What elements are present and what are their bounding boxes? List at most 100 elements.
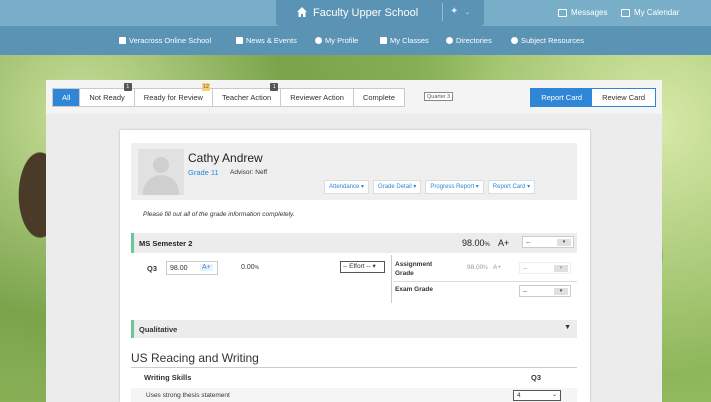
chevron-down-icon: ▾ — [554, 288, 568, 295]
assignment-grade-value: 98.00% — [467, 264, 488, 271]
bookmark-icon — [236, 37, 243, 44]
sub-navigation: Veracross Online School News & Events My… — [0, 26, 711, 55]
report-card-panel: Cathy Andrew Grade 11 Advisor: Neff Atte… — [120, 130, 590, 402]
semester-grade-select[interactable]: -- ▾ — [522, 236, 574, 248]
nav-label: My Classes — [390, 36, 429, 45]
nav-label: News & Events — [246, 36, 297, 45]
count-badge: 1 — [123, 83, 132, 91]
button-label: Progress Report — [430, 184, 475, 190]
chevron-down-icon: ▾ — [554, 265, 568, 272]
student-actions: Attendance ▾ Grade Detail ▾ Progress Rep… — [324, 180, 536, 194]
select-value: -- — [523, 288, 528, 295]
assignment-grade-letter: A+ — [493, 264, 502, 271]
tab-label: Not Ready — [89, 93, 125, 102]
calendar-label: My Calendar — [634, 8, 680, 17]
nav-my-classes[interactable]: My Classes — [380, 36, 429, 45]
chevron-down-icon: ▾ — [361, 184, 365, 190]
divider — [393, 281, 577, 282]
nav-news-events[interactable]: News & Events — [236, 36, 297, 45]
student-name: Cathy Andrew — [188, 151, 263, 165]
button-label: Attendance — [329, 184, 360, 190]
chevron-down-icon: ▾ — [475, 184, 479, 190]
q3-grade-input[interactable]: 98.00 A+ — [166, 261, 218, 275]
nav-label: Subject Resources — [521, 36, 584, 45]
tab-all[interactable]: All — [53, 89, 81, 106]
tab-label: Complete — [362, 93, 396, 102]
status-tabs: All Not Ready 1 Ready for Review 12 Teache… — [52, 83, 406, 107]
grade-detail-button[interactable]: Grade Detail ▾ — [373, 180, 422, 194]
assignment-grade-label: Assignment Grade — [395, 261, 433, 277]
school-logo-dropdown[interactable]: ✦ ⌄ — [442, 3, 474, 21]
school-logo-icon: ✦ — [450, 6, 459, 17]
tab-label: Teacher Action — [221, 93, 272, 102]
skills-header: Writing Skills Q3 — [131, 370, 577, 384]
report-card-dropdown[interactable]: Report Card ▾ — [487, 180, 536, 194]
button-label: Report Card — [492, 184, 526, 190]
exam-grade-label: Exam Grade — [395, 286, 433, 293]
tab-teacher-action[interactable]: Teacher Action 1 — [213, 83, 282, 106]
chevron-down-icon: ▾ — [557, 239, 571, 246]
button-label: Grade Detail — [378, 184, 412, 190]
tab-label: Reviewer Action — [290, 93, 344, 102]
skill-row: Uses strong thesis statement 4 ⌄ — [131, 388, 577, 402]
messages-link[interactable]: Messages — [558, 8, 607, 17]
chevron-down-icon: ⌄ — [551, 392, 557, 398]
divider — [391, 255, 392, 303]
avatar — [138, 149, 184, 195]
q3-row: Q3 98.00 A+ 0.00% -- Effort -- ▾ Assignm… — [131, 255, 577, 303]
top-bar: Faculty Upper School ✦ ⌄ Messages My Cal… — [0, 0, 711, 26]
nav-my-profile[interactable]: My Profile — [315, 36, 358, 45]
chevron-down-icon: ▾ — [372, 263, 376, 270]
tab-reviewer-action[interactable]: Reviewer Action — [281, 89, 354, 106]
nav-label: Directories — [456, 36, 492, 45]
q3-value: 98.00 — [170, 265, 188, 272]
nav-online-school[interactable]: Veracross Online School — [119, 36, 211, 45]
report-card-button[interactable]: Report Card — [531, 89, 593, 106]
tab-ready-for-review[interactable]: Ready for Review 12 — [135, 83, 213, 106]
progress-report-button[interactable]: Progress Report ▾ — [425, 180, 484, 194]
skills-column-header: Q3 — [531, 373, 542, 382]
student-advisor: Advisor: Neff — [230, 169, 268, 176]
select-value: -- — [526, 239, 531, 246]
envelope-icon — [558, 8, 567, 17]
nav-label: Veracross Online School — [129, 36, 212, 45]
nav-directories[interactable]: Directories — [446, 36, 492, 45]
select-value: 4 — [517, 392, 521, 399]
semester-label: MS Semester 2 — [139, 239, 193, 248]
cloud-icon — [511, 37, 518, 44]
chevron-down-icon: ▾ — [527, 184, 531, 190]
skills-label: Writing Skills — [144, 373, 192, 382]
school-title: Faculty Upper School — [313, 7, 419, 19]
skill-label: Uses strong thesis statement — [146, 392, 230, 399]
graduation-cap-icon — [119, 37, 126, 44]
count-badge: 12 — [201, 83, 210, 91]
phone-icon — [446, 37, 453, 44]
quarter-selector[interactable]: Quarter 3 — [424, 92, 454, 101]
home-icon — [297, 7, 307, 17]
review-card-button[interactable]: Review Card — [592, 89, 655, 106]
caret-down-icon: ▼ — [564, 324, 571, 331]
semester-row: MS Semester 2 98.00% A+ -- ▾ — [131, 233, 577, 253]
calendar-icon — [380, 37, 387, 44]
nav-label: My Profile — [325, 36, 359, 45]
student-grade-link[interactable]: Grade 11 — [188, 168, 219, 177]
qualitative-label: Qualitative — [139, 325, 178, 334]
chevron-down-icon: ▾ — [413, 184, 417, 190]
calendar-link[interactable]: My Calendar — [621, 8, 679, 17]
status-toolbar: All Not Ready 1 Ready for Review 12 Teache… — [46, 80, 662, 114]
q3-percent: 0.00% — [241, 264, 260, 271]
student-header: Cathy Andrew Grade 11 Advisor: Neff Atte… — [131, 143, 577, 200]
exam-grade-select[interactable]: -- ▾ — [519, 285, 571, 297]
tab-not-ready[interactable]: Not Ready 1 — [80, 83, 135, 106]
school-switcher[interactable]: Faculty Upper School ✦ ⌄ — [276, 0, 484, 26]
qualitative-section-toggle[interactable]: Qualitative ▼ — [131, 320, 577, 338]
semester-score: 98.00% — [462, 238, 490, 248]
effort-select[interactable]: -- Effort -- ▾ — [340, 261, 385, 273]
tab-complete[interactable]: Complete — [354, 89, 404, 106]
assignment-grade-select[interactable]: -- ▾ — [519, 262, 571, 274]
q3-label: Q3 — [147, 264, 158, 273]
nav-subject-resources[interactable]: Subject Resources — [511, 36, 584, 45]
attendance-button[interactable]: Attendance ▾ — [324, 180, 370, 194]
user-icon — [315, 37, 322, 44]
skill-score-select[interactable]: 4 ⌄ — [513, 390, 561, 401]
